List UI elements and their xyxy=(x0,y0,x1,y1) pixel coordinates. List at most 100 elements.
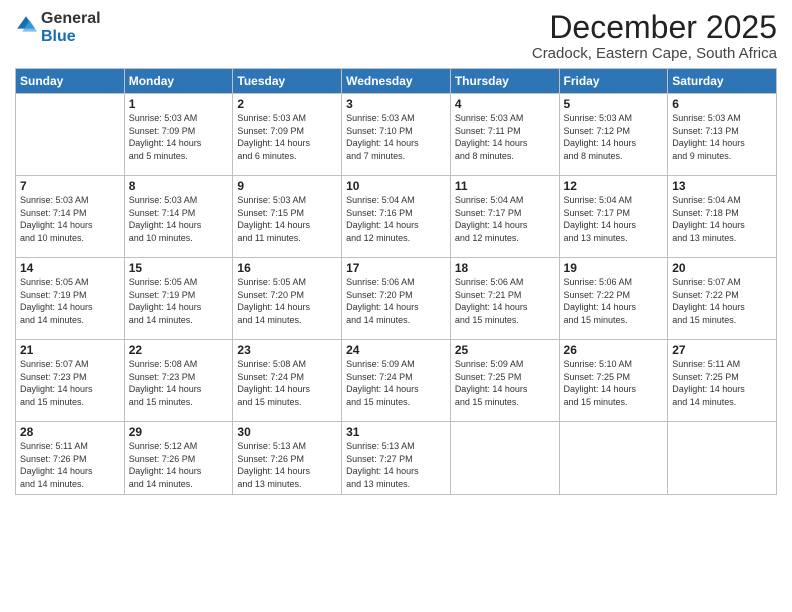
calendar-cell: 30Sunrise: 5:13 AMSunset: 7:26 PMDayligh… xyxy=(233,422,342,494)
calendar-cell: 24Sunrise: 5:09 AMSunset: 7:24 PMDayligh… xyxy=(342,340,451,422)
calendar-cell: 27Sunrise: 5:11 AMSunset: 7:25 PMDayligh… xyxy=(668,340,777,422)
day-number: 30 xyxy=(237,425,337,439)
calendar-row: 1Sunrise: 5:03 AMSunset: 7:09 PMDaylight… xyxy=(16,94,777,176)
calendar-cell: 7Sunrise: 5:03 AMSunset: 7:14 PMDaylight… xyxy=(16,176,125,258)
cell-info: Sunrise: 5:03 AMSunset: 7:14 PMDaylight:… xyxy=(129,194,229,244)
day-number: 25 xyxy=(455,343,555,357)
day-number: 1 xyxy=(129,97,229,111)
calendar-cell xyxy=(16,94,125,176)
calendar-cell: 1Sunrise: 5:03 AMSunset: 7:09 PMDaylight… xyxy=(124,94,233,176)
day-number: 28 xyxy=(20,425,120,439)
calendar-cell: 23Sunrise: 5:08 AMSunset: 7:24 PMDayligh… xyxy=(233,340,342,422)
calendar-row: 7Sunrise: 5:03 AMSunset: 7:14 PMDaylight… xyxy=(16,176,777,258)
calendar-cell: 11Sunrise: 5:04 AMSunset: 7:17 PMDayligh… xyxy=(450,176,559,258)
day-number: 9 xyxy=(237,179,337,193)
calendar-cell: 14Sunrise: 5:05 AMSunset: 7:19 PMDayligh… xyxy=(16,258,125,340)
cell-info: Sunrise: 5:12 AMSunset: 7:26 PMDaylight:… xyxy=(129,440,229,490)
day-number: 11 xyxy=(455,179,555,193)
cell-info: Sunrise: 5:06 AMSunset: 7:20 PMDaylight:… xyxy=(346,276,446,326)
calendar-row: 14 Sunrise: 5:05 AMSunset: 7:19 PMDayligh… xyxy=(16,258,777,340)
calendar-cell: 4Sunrise: 5:03 AMSunset: 7:11 PMDaylight… xyxy=(450,94,559,176)
header: General Blue December 2025 Cradock, East… xyxy=(15,10,777,62)
cell-info: Sunrise: 5:10 AMSunset: 7:25 PMDaylight:… xyxy=(564,358,664,408)
calendar-cell: 10Sunrise: 5:04 AMSunset: 7:16 PMDayligh… xyxy=(342,176,451,258)
day-number: 14 xyxy=(20,261,120,275)
cell-info: Sunrise: 5:04 AMSunset: 7:16 PMDaylight:… xyxy=(346,194,446,244)
subtitle: Cradock, Eastern Cape, South Africa xyxy=(532,45,777,62)
cell-info: Sunrise: 5:03 AMSunset: 7:09 PMDaylight:… xyxy=(237,112,337,162)
calendar-cell: 13Sunrise: 5:04 AMSunset: 7:18 PMDayligh… xyxy=(668,176,777,258)
cell-info: Sunrise: 5:07 AMSunset: 7:22 PMDaylight:… xyxy=(672,276,772,326)
logo-general: General xyxy=(41,10,101,28)
day-number: 12 xyxy=(564,179,664,193)
title-block: December 2025 Cradock, Eastern Cape, Sou… xyxy=(532,10,777,62)
weekday-header-row: Sunday Monday Tuesday Wednesday Thursday… xyxy=(16,69,777,94)
header-wednesday: Wednesday xyxy=(342,69,451,94)
calendar-cell: 6Sunrise: 5:03 AMSunset: 7:13 PMDaylight… xyxy=(668,94,777,176)
calendar-cell: 26Sunrise: 5:10 AMSunset: 7:25 PMDayligh… xyxy=(559,340,668,422)
cell-info: Sunrise: 5:03 AMSunset: 7:13 PMDaylight:… xyxy=(672,112,772,162)
cell-info: Sunrise: 5:04 AMSunset: 7:18 PMDaylight:… xyxy=(672,194,772,244)
cell-info: Sunrise: 5:08 AMSunset: 7:24 PMDaylight:… xyxy=(237,358,337,408)
day-number: 5 xyxy=(564,97,664,111)
cell-info: Sunrise: 5:07 AMSunset: 7:23 PMDaylight:… xyxy=(20,358,120,408)
day-number: 31 xyxy=(346,425,446,439)
cell-info: Sunrise: 5:13 AMSunset: 7:27 PMDaylight:… xyxy=(346,440,446,490)
calendar-cell: 16Sunrise: 5:05 AMSunset: 7:20 PMDayligh… xyxy=(233,258,342,340)
calendar-cell: 8Sunrise: 5:03 AMSunset: 7:14 PMDaylight… xyxy=(124,176,233,258)
day-number: 26 xyxy=(564,343,664,357)
cell-info: Sunrise: 5:11 AMSunset: 7:26 PMDaylight:… xyxy=(20,440,120,490)
calendar-cell: 17Sunrise: 5:06 AMSunset: 7:20 PMDayligh… xyxy=(342,258,451,340)
calendar-cell: 28Sunrise: 5:11 AMSunset: 7:26 PMDayligh… xyxy=(16,422,125,494)
calendar-cell: 9Sunrise: 5:03 AMSunset: 7:15 PMDaylight… xyxy=(233,176,342,258)
calendar-cell: 3Sunrise: 5:03 AMSunset: 7:10 PMDaylight… xyxy=(342,94,451,176)
header-saturday: Saturday xyxy=(668,69,777,94)
cell-info: Sunrise: 5:03 AMSunset: 7:15 PMDaylight:… xyxy=(237,194,337,244)
cell-info: Sunrise: 5:13 AMSunset: 7:26 PMDaylight:… xyxy=(237,440,337,490)
day-number: 3 xyxy=(346,97,446,111)
day-number: 2 xyxy=(237,97,337,111)
header-monday: Monday xyxy=(124,69,233,94)
header-sunday: Sunday xyxy=(16,69,125,94)
cell-info: Sunrise: 5:08 AMSunset: 7:23 PMDaylight:… xyxy=(129,358,229,408)
cell-info: Sunrise: 5:06 AMSunset: 7:21 PMDaylight:… xyxy=(455,276,555,326)
cell-info: Sunrise: 5:03 AMSunset: 7:11 PMDaylight:… xyxy=(455,112,555,162)
calendar-cell: 2Sunrise: 5:03 AMSunset: 7:09 PMDaylight… xyxy=(233,94,342,176)
cell-info: Sunrise: 5:03 AMSunset: 7:10 PMDaylight:… xyxy=(346,112,446,162)
day-number: 16 xyxy=(237,261,337,275)
day-number: 6 xyxy=(672,97,772,111)
cell-info: Sunrise: 5:03 AMSunset: 7:12 PMDaylight:… xyxy=(564,112,664,162)
header-thursday: Thursday xyxy=(450,69,559,94)
day-number: 18 xyxy=(455,261,555,275)
calendar-cell: 20Sunrise: 5:07 AMSunset: 7:22 PMDayligh… xyxy=(668,258,777,340)
day-number: 27 xyxy=(672,343,772,357)
day-number: 10 xyxy=(346,179,446,193)
logo-icon xyxy=(15,14,37,36)
main-title: December 2025 xyxy=(532,10,777,45)
day-number: 24 xyxy=(346,343,446,357)
day-number: 13 xyxy=(672,179,772,193)
day-number: 20 xyxy=(672,261,772,275)
cell-info: Sunrise: 5:04 AMSunset: 7:17 PMDaylight:… xyxy=(564,194,664,244)
cell-info: Sunrise: 5:05 AMSunset: 7:19 PMDaylight:… xyxy=(129,276,229,326)
calendar-cell: 19Sunrise: 5:06 AMSunset: 7:22 PMDayligh… xyxy=(559,258,668,340)
calendar-cell: 22Sunrise: 5:08 AMSunset: 7:23 PMDayligh… xyxy=(124,340,233,422)
cell-info: Sunrise: 5:06 AMSunset: 7:22 PMDaylight:… xyxy=(564,276,664,326)
logo: General Blue xyxy=(15,10,101,45)
day-number: 15 xyxy=(129,261,229,275)
day-number: 21 xyxy=(20,343,120,357)
cell-info: Sunrise: 5:03 AMSunset: 7:14 PMDaylight:… xyxy=(20,194,120,244)
calendar-cell: 29Sunrise: 5:12 AMSunset: 7:26 PMDayligh… xyxy=(124,422,233,494)
calendar-cell: 18Sunrise: 5:06 AMSunset: 7:21 PMDayligh… xyxy=(450,258,559,340)
day-number: 8 xyxy=(129,179,229,193)
day-number: 19 xyxy=(564,261,664,275)
calendar-cell: 12Sunrise: 5:04 AMSunset: 7:17 PMDayligh… xyxy=(559,176,668,258)
calendar-cell: 21Sunrise: 5:07 AMSunset: 7:23 PMDayligh… xyxy=(16,340,125,422)
day-number: 17 xyxy=(346,261,446,275)
calendar-row: 21Sunrise: 5:07 AMSunset: 7:23 PMDayligh… xyxy=(16,340,777,422)
cell-info: Sunrise: 5:03 AMSunset: 7:09 PMDaylight:… xyxy=(129,112,229,162)
calendar-cell: 5Sunrise: 5:03 AMSunset: 7:12 PMDaylight… xyxy=(559,94,668,176)
cell-info: Sunrise: 5:09 AMSunset: 7:24 PMDaylight:… xyxy=(346,358,446,408)
day-number: 23 xyxy=(237,343,337,357)
day-number: 22 xyxy=(129,343,229,357)
